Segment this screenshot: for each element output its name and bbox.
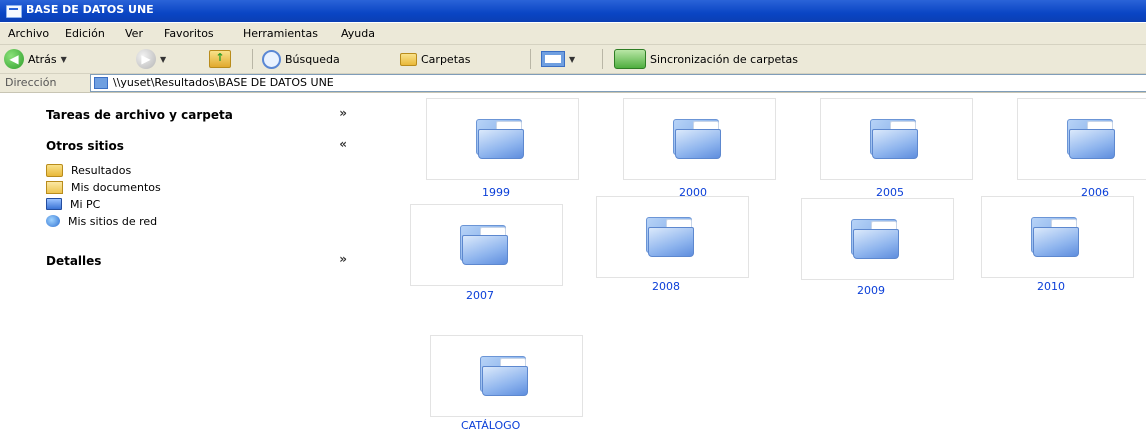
folder-thumbnail <box>623 98 776 180</box>
folder-thumbnail <box>820 98 973 180</box>
folders-icon <box>400 52 417 66</box>
other-places-title: Otros sitios <box>46 139 124 153</box>
folder-label: 2010 <box>1037 280 1065 293</box>
folder-icon <box>851 219 901 259</box>
network-places-icon <box>46 215 60 227</box>
back-label: Atrás <box>28 52 57 66</box>
up-folder-button[interactable]: ↑ <box>209 49 231 69</box>
folder-thumbnail <box>430 335 583 417</box>
sync-label: Sincronización de carpetas <box>650 52 799 66</box>
forward-dropdown-icon[interactable]: ▼ <box>160 55 166 64</box>
folder-thumbnail <box>596 196 749 278</box>
address-value: \\yuset\Resultados\BASE DE DATOS UNE <box>113 76 334 89</box>
sync-folders-button[interactable]: Sincronización de carpetas <box>614 49 798 69</box>
menu-archivo[interactable]: Archivo <box>8 27 49 40</box>
back-dropdown-icon[interactable]: ▼ <box>61 55 67 64</box>
place-mi-pc[interactable]: Mi PC <box>46 196 100 212</box>
back-arrow-icon: ◀ <box>4 49 24 69</box>
collapse-chevron-icon[interactable]: « <box>339 137 347 151</box>
details-panel-header[interactable]: Detalles » <box>34 250 359 272</box>
sync-icon <box>614 49 646 69</box>
folder-thumbnail <box>1017 98 1146 180</box>
toolbar-separator <box>530 49 531 69</box>
details-panel-title: Detalles <box>46 254 102 268</box>
forward-button[interactable]: ▶ ▼ <box>136 49 166 69</box>
address-bar: Dirección \\yuset\Resultados\BASE DE DAT… <box>0 74 1146 93</box>
folder-thumbnail <box>981 196 1134 278</box>
place-label: Mis documentos <box>71 180 161 194</box>
search-button[interactable]: Búsqueda <box>262 49 340 69</box>
network-folder-icon <box>94 77 108 89</box>
folder-label: 2009 <box>857 284 885 297</box>
folder-icon <box>646 217 696 257</box>
menu-bar: Archivo Edición Ver Favoritos Herramient… <box>0 23 1146 45</box>
toolbar: ◀ Atrás ▼ ▶ ▼ ↑ Búsqueda Carpetas ▼ Sinc… <box>0 45 1146 74</box>
other-places-header[interactable]: Otros sitios « <box>34 135 359 157</box>
folders-button[interactable]: Carpetas <box>400 49 470 69</box>
views-dropdown-icon: ▼ <box>569 54 576 64</box>
menu-ver[interactable]: Ver <box>125 27 143 40</box>
place-label: Mis sitios de red <box>68 214 158 228</box>
folder-icon <box>476 119 526 159</box>
tasks-panel-header[interactable]: Tareas de archivo y carpeta » <box>34 104 359 126</box>
address-field[interactable]: \\yuset\Resultados\BASE DE DATOS UNE <box>90 74 1146 92</box>
forward-arrow-icon: ▶ <box>136 49 156 69</box>
tasks-panel-title: Tareas de archivo y carpeta <box>46 108 233 122</box>
menu-ayuda[interactable]: Ayuda <box>341 27 375 40</box>
folder-label: 2008 <box>652 280 680 293</box>
folder-label: 2007 <box>466 289 494 302</box>
folders-label: Carpetas <box>421 52 471 66</box>
folder-icon <box>1031 217 1081 257</box>
title-bar: BASE DE DATOS UNE <box>0 0 1146 22</box>
folder-thumbnail <box>801 198 954 280</box>
place-label: Resultados <box>71 163 132 177</box>
menu-edicion[interactable]: Edición <box>65 27 105 40</box>
views-icon <box>541 51 565 67</box>
toolbar-separator <box>602 49 603 69</box>
folder-label: CATÁLOGO <box>461 419 521 432</box>
place-mis-sitios-de-red[interactable]: Mis sitios de red <box>46 213 157 229</box>
computer-icon <box>46 198 62 210</box>
window-icon <box>6 5 22 18</box>
search-label: Búsqueda <box>285 52 340 66</box>
task-pane: Tareas de archivo y carpeta » Otros siti… <box>0 93 410 433</box>
folder-thumbnail <box>426 98 579 180</box>
place-label: Mi PC <box>70 197 101 211</box>
expand-chevron-icon[interactable]: » <box>339 106 347 120</box>
window-title: BASE DE DATOS UNE <box>26 3 154 16</box>
up-folder-icon: ↑ <box>209 50 231 68</box>
place-mis-documentos[interactable]: Mis documentos <box>46 179 161 195</box>
folder-icon <box>460 225 510 265</box>
views-button[interactable]: ▼ <box>541 49 575 69</box>
folder-icon <box>46 163 63 177</box>
expand-chevron-icon[interactable]: » <box>339 252 347 266</box>
menu-favoritos[interactable]: Favoritos <box>164 27 214 40</box>
place-resultados[interactable]: Resultados <box>46 162 131 178</box>
folder-icon <box>870 119 920 159</box>
documents-folder-icon <box>46 180 63 194</box>
search-icon <box>262 49 281 69</box>
folder-label: 1999 <box>482 186 510 199</box>
folder-icon <box>480 356 530 396</box>
menu-herramientas[interactable]: Herramientas <box>243 27 318 40</box>
back-button[interactable]: ◀ Atrás ▼ <box>4 49 67 69</box>
toolbar-separator <box>252 49 253 69</box>
address-label: Dirección <box>5 76 57 89</box>
folder-icon <box>1067 119 1117 159</box>
folder-thumbnail <box>410 204 563 286</box>
folder-view: 1999 2000 2005 2006 2007 2008 2009 2010 … <box>410 93 1146 433</box>
folder-icon <box>673 119 723 159</box>
